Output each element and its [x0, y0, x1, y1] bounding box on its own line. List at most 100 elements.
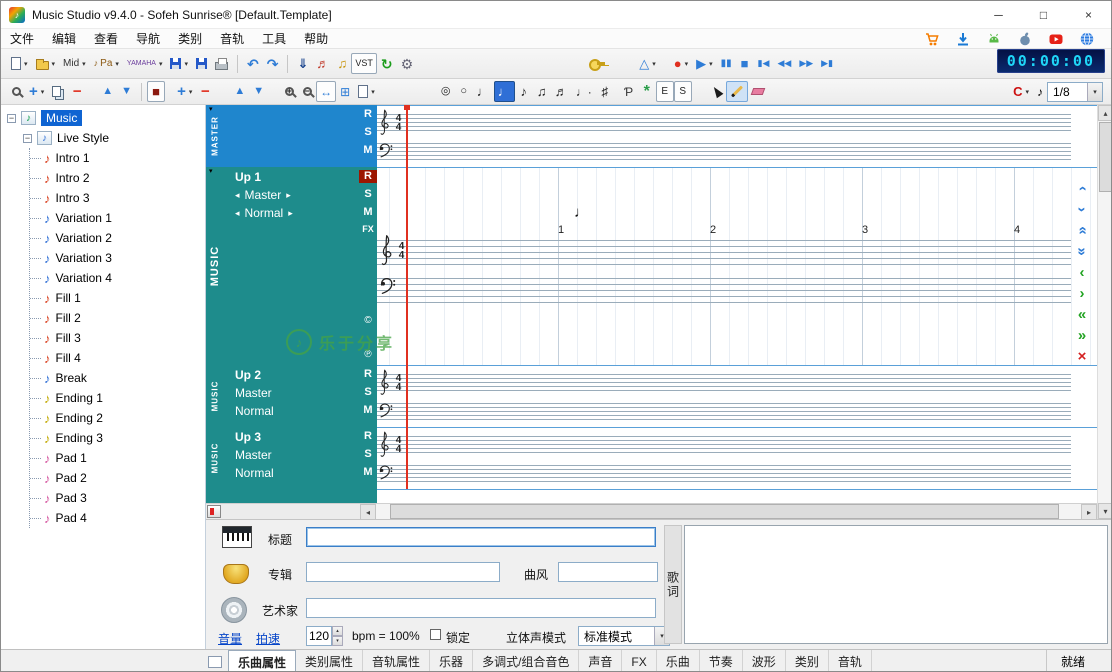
tree-item-intro-3[interactable]: ♪ Intro 3 [30, 188, 205, 208]
tree-item-intro-2[interactable]: ♪ Intro 2 [30, 168, 205, 188]
last-part-button[interactable]: » [1072, 326, 1092, 345]
youtube-icon[interactable] [1048, 31, 1064, 47]
hscroll-track[interactable] [376, 504, 1081, 519]
up1-bus-select[interactable]: ◂ Master ▸ [223, 186, 359, 204]
next-arrow-icon[interactable]: ▸ [286, 190, 291, 201]
stop-all-button[interactable]: ■ [147, 81, 165, 102]
dropdown-arrow-icon[interactable]: ▾ [82, 60, 86, 68]
hscroll-thumb[interactable] [390, 504, 1059, 519]
note-half-button[interactable]: ♩ [473, 81, 494, 102]
prev-part-button[interactable]: ‹ [1072, 263, 1092, 282]
tree-item-pad-4[interactable]: ♪ Pad 4 [30, 508, 205, 528]
title-input[interactable] [306, 527, 656, 547]
export-button[interactable] [192, 53, 211, 74]
maximize-button[interactable]: □ [1021, 1, 1066, 29]
add-category-button[interactable]: +▾ [25, 81, 48, 102]
menu-track[interactable]: 音轨 [211, 28, 253, 49]
menu-view[interactable]: 查看 [85, 28, 127, 49]
chord-button[interactable]: C ▾ [1009, 81, 1033, 102]
track-up-button[interactable]: ▲ [230, 81, 249, 102]
draw-tool-button[interactable] [726, 81, 748, 102]
lock-checkbox[interactable] [430, 629, 441, 640]
scroll-up-button[interactable]: › [1073, 179, 1092, 199]
tree-item-pad-2[interactable]: ♪ Pad 2 [30, 468, 205, 488]
up1-record-button[interactable]: R [359, 170, 377, 183]
up3-strip[interactable]: MUSIC [206, 427, 223, 489]
up1-solo-button[interactable]: S [359, 188, 377, 201]
tree-item-fill-2[interactable]: ♪ Fill 2 [30, 308, 205, 328]
tree-item-variation-2[interactable]: ♪ Variation 2 [30, 228, 205, 248]
up2-mute-button[interactable]: M [359, 404, 377, 417]
genre-input[interactable] [558, 562, 658, 582]
menu-file[interactable]: 文件 [1, 28, 43, 49]
vst-plugins-button[interactable]: VST [351, 53, 377, 74]
close-nav-button[interactable]: × [1072, 347, 1092, 366]
dropdown-arrow-icon[interactable]: ▾ [159, 60, 163, 68]
sharp-button[interactable]: ♯ [596, 81, 614, 102]
first-part-button[interactable]: « [1072, 305, 1092, 324]
collapse-box-icon[interactable]: − [7, 114, 16, 123]
up1-mute-button[interactable]: M [359, 206, 377, 219]
page-up-button[interactable]: » [1073, 221, 1092, 241]
up2-solo-button[interactable]: S [359, 386, 377, 399]
open-file-button[interactable]: ▾ [32, 53, 60, 74]
license-key-button[interactable] [585, 53, 609, 74]
hscroll-left-button[interactable]: ◂ [360, 504, 376, 519]
lyrics-textarea[interactable] [684, 525, 1108, 644]
dropdown-arrow-icon[interactable]: ▾ [184, 60, 188, 68]
add-track-button[interactable]: +▾ [173, 81, 196, 102]
note-double-whole-button[interactable]: ◎ [437, 81, 455, 102]
master-staff[interactable]: 44 [377, 105, 1097, 167]
menu-tools[interactable]: 工具 [253, 28, 295, 49]
tab-song[interactable]: 乐曲 [657, 650, 700, 672]
master-solo-button[interactable]: S [359, 126, 377, 139]
vscroll-bar[interactable]: ▴ ▾ [1097, 105, 1112, 519]
vscroll-up-button[interactable]: ▴ [1098, 105, 1112, 121]
tab-fx[interactable]: FX [622, 650, 656, 672]
go-start-button[interactable]: ▮◀ [754, 53, 774, 74]
up3-mute-button[interactable]: M [359, 466, 377, 479]
track-name[interactable]: Up 2 [223, 365, 359, 384]
staff-settings-button[interactable]: S [674, 81, 692, 102]
tempo-link[interactable]: 拍速 [256, 630, 280, 647]
pedal-button[interactable]: Ƥ [620, 81, 638, 102]
tree-item-variation-3[interactable]: ♪ Variation 3 [30, 248, 205, 268]
track-name[interactable]: Up 3 [223, 427, 359, 446]
color-notes-button[interactable]: * [638, 81, 656, 102]
note-thirtysecond-button[interactable]: ♬ [551, 81, 572, 102]
prev-arrow-icon[interactable]: ◂ [235, 190, 240, 201]
dropdown-arrow-icon[interactable]: ▾ [685, 60, 689, 68]
import-midi-button[interactable]: Mid▾ [59, 53, 90, 74]
up1-staff[interactable]: 44 ♩ 1234 [377, 167, 1097, 365]
reload-button[interactable]: ↻ [377, 53, 397, 74]
close-button[interactable]: × [1066, 1, 1111, 29]
new-file-button[interactable]: ▾ [7, 53, 32, 74]
zoom-in-button[interactable] [280, 81, 298, 102]
tree-item-break[interactable]: ♪ Break [30, 368, 205, 388]
hscroll-right-button[interactable]: ▸ [1081, 504, 1097, 519]
fit-width-button[interactable]: ↔ [316, 81, 336, 102]
menu-category[interactable]: 类别 [169, 28, 211, 49]
up3-record-button[interactable]: R [359, 430, 377, 443]
tree-item-fill-3[interactable]: ♪ Fill 3 [30, 328, 205, 348]
next-arrow-icon[interactable]: ▸ [288, 208, 293, 219]
tree-item-variation-4[interactable]: ♪ Variation 4 [30, 268, 205, 288]
tree-item-variation-1[interactable]: ♪ Variation 1 [30, 208, 205, 228]
tab-rhythm[interactable]: 节奏 [700, 650, 743, 672]
dropdown-arrow-icon[interactable]: ▾ [24, 60, 28, 68]
undo-button[interactable]: ↶ [243, 53, 263, 74]
up1-mode-select[interactable]: ◂ Normal ▸ [223, 204, 359, 222]
dropdown-arrow-icon[interactable]: ▾ [1087, 83, 1102, 101]
tab-multimode-combi[interactable]: 多调式/组合音色 [473, 650, 579, 672]
save-button[interactable]: ▾ [166, 53, 192, 74]
master-mute-button[interactable]: M [359, 144, 377, 157]
import-korg-style-button[interactable]: ♪Pa▾ [90, 53, 123, 74]
tab-instruments[interactable]: 乐器 [430, 650, 473, 672]
redo-button[interactable]: ↷ [263, 53, 283, 74]
tree-item-ending-1[interactable]: ♪ Ending 1 [30, 388, 205, 408]
vscroll-down-button[interactable]: ▾ [1098, 503, 1112, 519]
cart-icon[interactable] [924, 31, 940, 47]
dropdown-arrow-icon[interactable]: ▾ [709, 60, 713, 68]
android-icon[interactable] [986, 31, 1002, 47]
copy-category-button[interactable] [48, 81, 68, 102]
